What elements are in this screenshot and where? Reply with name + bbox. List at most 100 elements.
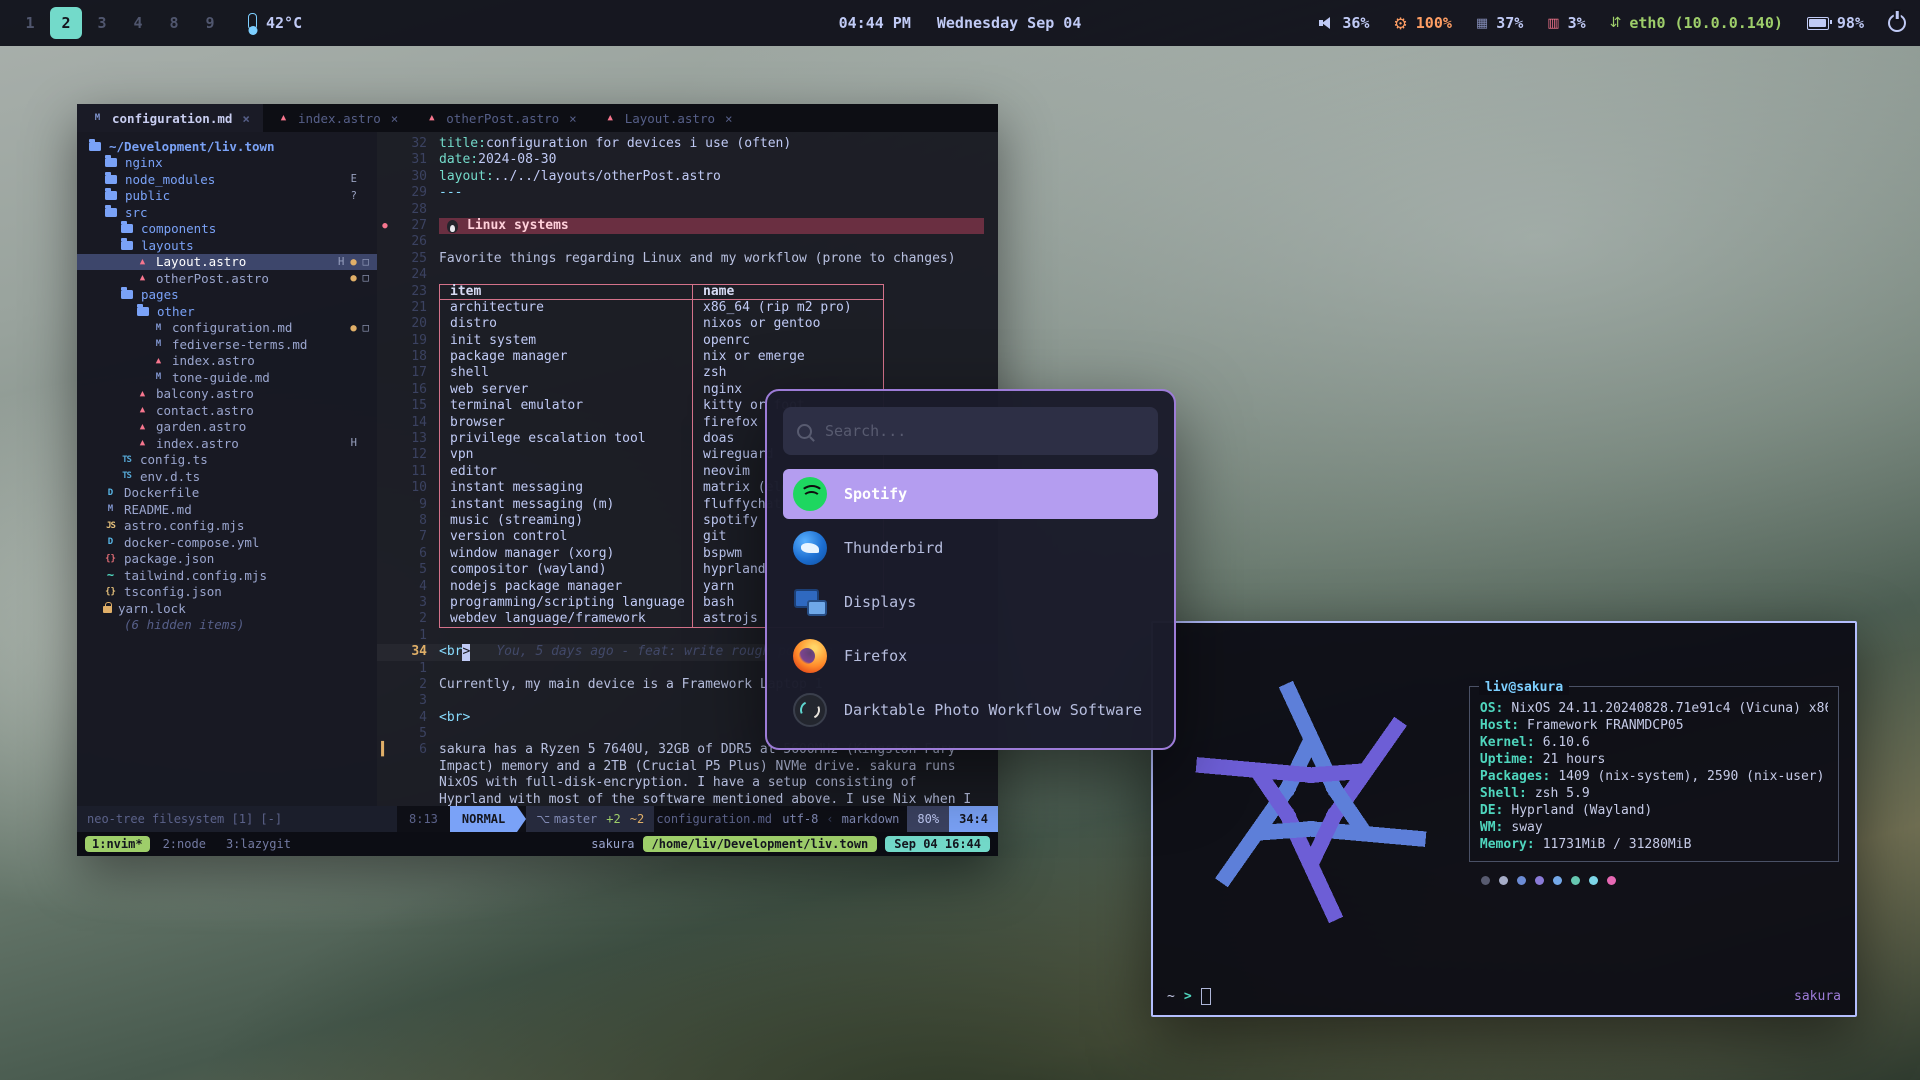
- tree-item[interactable]: src: [77, 204, 377, 221]
- buffer-line[interactable]: 31 date: 2024-08-30: [377, 152, 998, 168]
- shell-prompt[interactable]: ~ >: [1167, 988, 1211, 1005]
- memory-value: 3%: [1568, 14, 1586, 32]
- tree-item[interactable]: Layout.astro H ● □: [77, 254, 377, 271]
- file-encoding: utf-8: [774, 806, 826, 832]
- workspace-button[interactable]: 3: [86, 7, 118, 39]
- tree-item[interactable]: docker-compose.yml: [77, 534, 377, 551]
- tree-item[interactable]: otherPost.astro ● □: [77, 270, 377, 287]
- tree-item[interactable]: index.astro: [77, 353, 377, 370]
- launcher-item[interactable]: Displays: [783, 577, 1158, 627]
- table-row[interactable]: 18 package manager nix or emerge: [377, 349, 998, 365]
- yaml-value: configuration for devices i use (often): [486, 136, 791, 152]
- tab-close-icon[interactable]: ×: [569, 111, 577, 126]
- tree-item[interactable]: pages: [77, 287, 377, 304]
- tree-item[interactable]: index.astro H: [77, 435, 377, 452]
- table-row[interactable]: 21 architecture x86_64 (rip m2 pro): [377, 300, 998, 316]
- tree-item[interactable]: public ?: [77, 188, 377, 205]
- memory-widget[interactable]: ▥ 3%: [1547, 14, 1585, 32]
- workspace-button[interactable]: 4: [122, 7, 154, 39]
- tree-item[interactable]: balcony.astro: [77, 386, 377, 403]
- buffer-line[interactable]: 28: [377, 202, 998, 218]
- tree-item[interactable]: package.json: [77, 551, 377, 568]
- tree-item[interactable]: tsconfig.json: [77, 584, 377, 601]
- clock-widget[interactable]: 04:44 PM Wednesday Sep 04: [839, 14, 1082, 32]
- table-row[interactable]: 19 init system openrc: [377, 333, 998, 349]
- tmux-window[interactable]: 3:lazygit: [219, 836, 298, 852]
- tree-item[interactable]: contact.astro: [77, 402, 377, 419]
- tmux-window[interactable]: 1:nvim*: [85, 836, 150, 852]
- tree-item[interactable]: Dockerfile: [77, 485, 377, 502]
- tree-item[interactable]: tailwind.config.mjs: [77, 567, 377, 584]
- file-icon: [121, 224, 133, 233]
- launcher-item[interactable]: Thunderbird: [783, 523, 1158, 573]
- workspace-button[interactable]: 1: [14, 7, 46, 39]
- buffer-line[interactable]: 26: [377, 234, 998, 250]
- workspace-button[interactable]: 2: [50, 7, 82, 39]
- tree-item[interactable]: layouts: [77, 237, 377, 254]
- launcher-item[interactable]: Spotify: [783, 469, 1158, 519]
- line-number: 29: [393, 185, 439, 201]
- clock-time: 04:44 PM: [839, 14, 911, 32]
- table-cell-item: shell: [439, 365, 692, 381]
- table-row[interactable]: 20 distro nixos or gentoo: [377, 316, 998, 332]
- editor-tab[interactable]: otherPost.astro ×: [411, 104, 589, 132]
- tree-item[interactable]: env.d.ts: [77, 468, 377, 485]
- tree-item[interactable]: other: [77, 303, 377, 320]
- tree-item[interactable]: README.md: [77, 501, 377, 518]
- tree-item[interactable]: (6 hidden items): [77, 617, 377, 634]
- tree-item[interactable]: config.ts: [77, 452, 377, 469]
- battery-widget[interactable]: 98%: [1807, 14, 1864, 32]
- clock-date: Wednesday Sep 04: [937, 14, 1082, 32]
- network-widget[interactable]: ⇵ eth0 (10.0.0.140): [1610, 14, 1783, 32]
- tree-item[interactable]: fediverse-terms.md: [77, 336, 377, 353]
- buffer-line[interactable]: 30 layout: ../../layouts/otherPost.astro: [377, 169, 998, 185]
- launcher-item[interactable]: Firefox: [783, 631, 1158, 681]
- tree-item[interactable]: astro.config.mjs: [77, 518, 377, 535]
- launcher-search-bar[interactable]: [783, 407, 1158, 455]
- editor-tab[interactable]: configuration.md ×: [77, 104, 263, 132]
- terminal-window[interactable]: liv@sakura OS: NixOS 24.11.20240828.71e9…: [1151, 621, 1857, 1017]
- search-input[interactable]: [823, 421, 1144, 441]
- file-icon: [135, 256, 150, 268]
- frontmatter-lines: 32 title: configuration for devices i us…: [377, 136, 998, 218]
- buffer-line[interactable]: 25 Favorite things regarding Linux and m…: [377, 251, 998, 267]
- table-cell-item: version control: [439, 529, 692, 545]
- tab-close-icon[interactable]: ×: [242, 111, 250, 126]
- buffer-line[interactable]: 6 sakura has a Ryzen 5 7640U, 32GB of DD…: [377, 742, 998, 806]
- app-icon: [793, 585, 827, 619]
- tree-item[interactable]: ~/Development/liv.town: [77, 138, 377, 155]
- editor-tab[interactable]: index.astro ×: [263, 104, 411, 132]
- tree-item[interactable]: node_modules E: [77, 171, 377, 188]
- file-tree-list: ~/Development/liv.town nginx: [77, 138, 377, 633]
- text-cursor: >: [462, 644, 470, 660]
- cpu-widget[interactable]: ▦ 37%: [1476, 14, 1523, 32]
- buffer-line[interactable]: 29 ---: [377, 185, 998, 201]
- line-text: <br: [439, 644, 462, 660]
- tree-item[interactable]: nginx: [77, 155, 377, 172]
- tree-item[interactable]: garden.astro: [77, 419, 377, 436]
- editor-tab[interactable]: Layout.astro ×: [590, 104, 746, 132]
- buffer-line[interactable]: 32 title: configuration for devices i us…: [377, 136, 998, 152]
- buffer-line[interactable]: 24: [377, 267, 998, 283]
- workspace-button[interactable]: 8: [158, 7, 190, 39]
- power-button[interactable]: [1888, 14, 1906, 32]
- workspace-button[interactable]: 9: [194, 7, 226, 39]
- tree-item[interactable]: components: [77, 221, 377, 238]
- fetch-info-line: WM: sway: [1480, 819, 1828, 836]
- tree-item[interactable]: configuration.md ● □: [77, 320, 377, 337]
- intro-lines: 26 25 Favorite things regarding Linux an…: [377, 234, 998, 283]
- table-row[interactable]: 17 shell zsh: [377, 365, 998, 381]
- line-text: <br>: [439, 710, 470, 726]
- launcher-item[interactable]: Darktable Photo Workflow Software: [783, 685, 1158, 735]
- file-name: package.json: [124, 551, 214, 566]
- tree-item[interactable]: yarn.lock: [77, 600, 377, 617]
- brightness-widget[interactable]: ⚙ 100%: [1393, 14, 1451, 33]
- tab-close-icon[interactable]: ×: [391, 111, 399, 126]
- tree-item[interactable]: tone-guide.md: [77, 369, 377, 386]
- volume-widget[interactable]: 36%: [1319, 14, 1369, 32]
- tab-close-icon[interactable]: ×: [725, 111, 733, 126]
- markdown-heading-line[interactable]: 27 Linux systems: [377, 218, 998, 234]
- tmux-window[interactable]: 2:node: [156, 836, 213, 852]
- temperature-widget[interactable]: 42°C: [248, 13, 302, 34]
- table-header-row[interactable]: 23 item name: [377, 284, 998, 300]
